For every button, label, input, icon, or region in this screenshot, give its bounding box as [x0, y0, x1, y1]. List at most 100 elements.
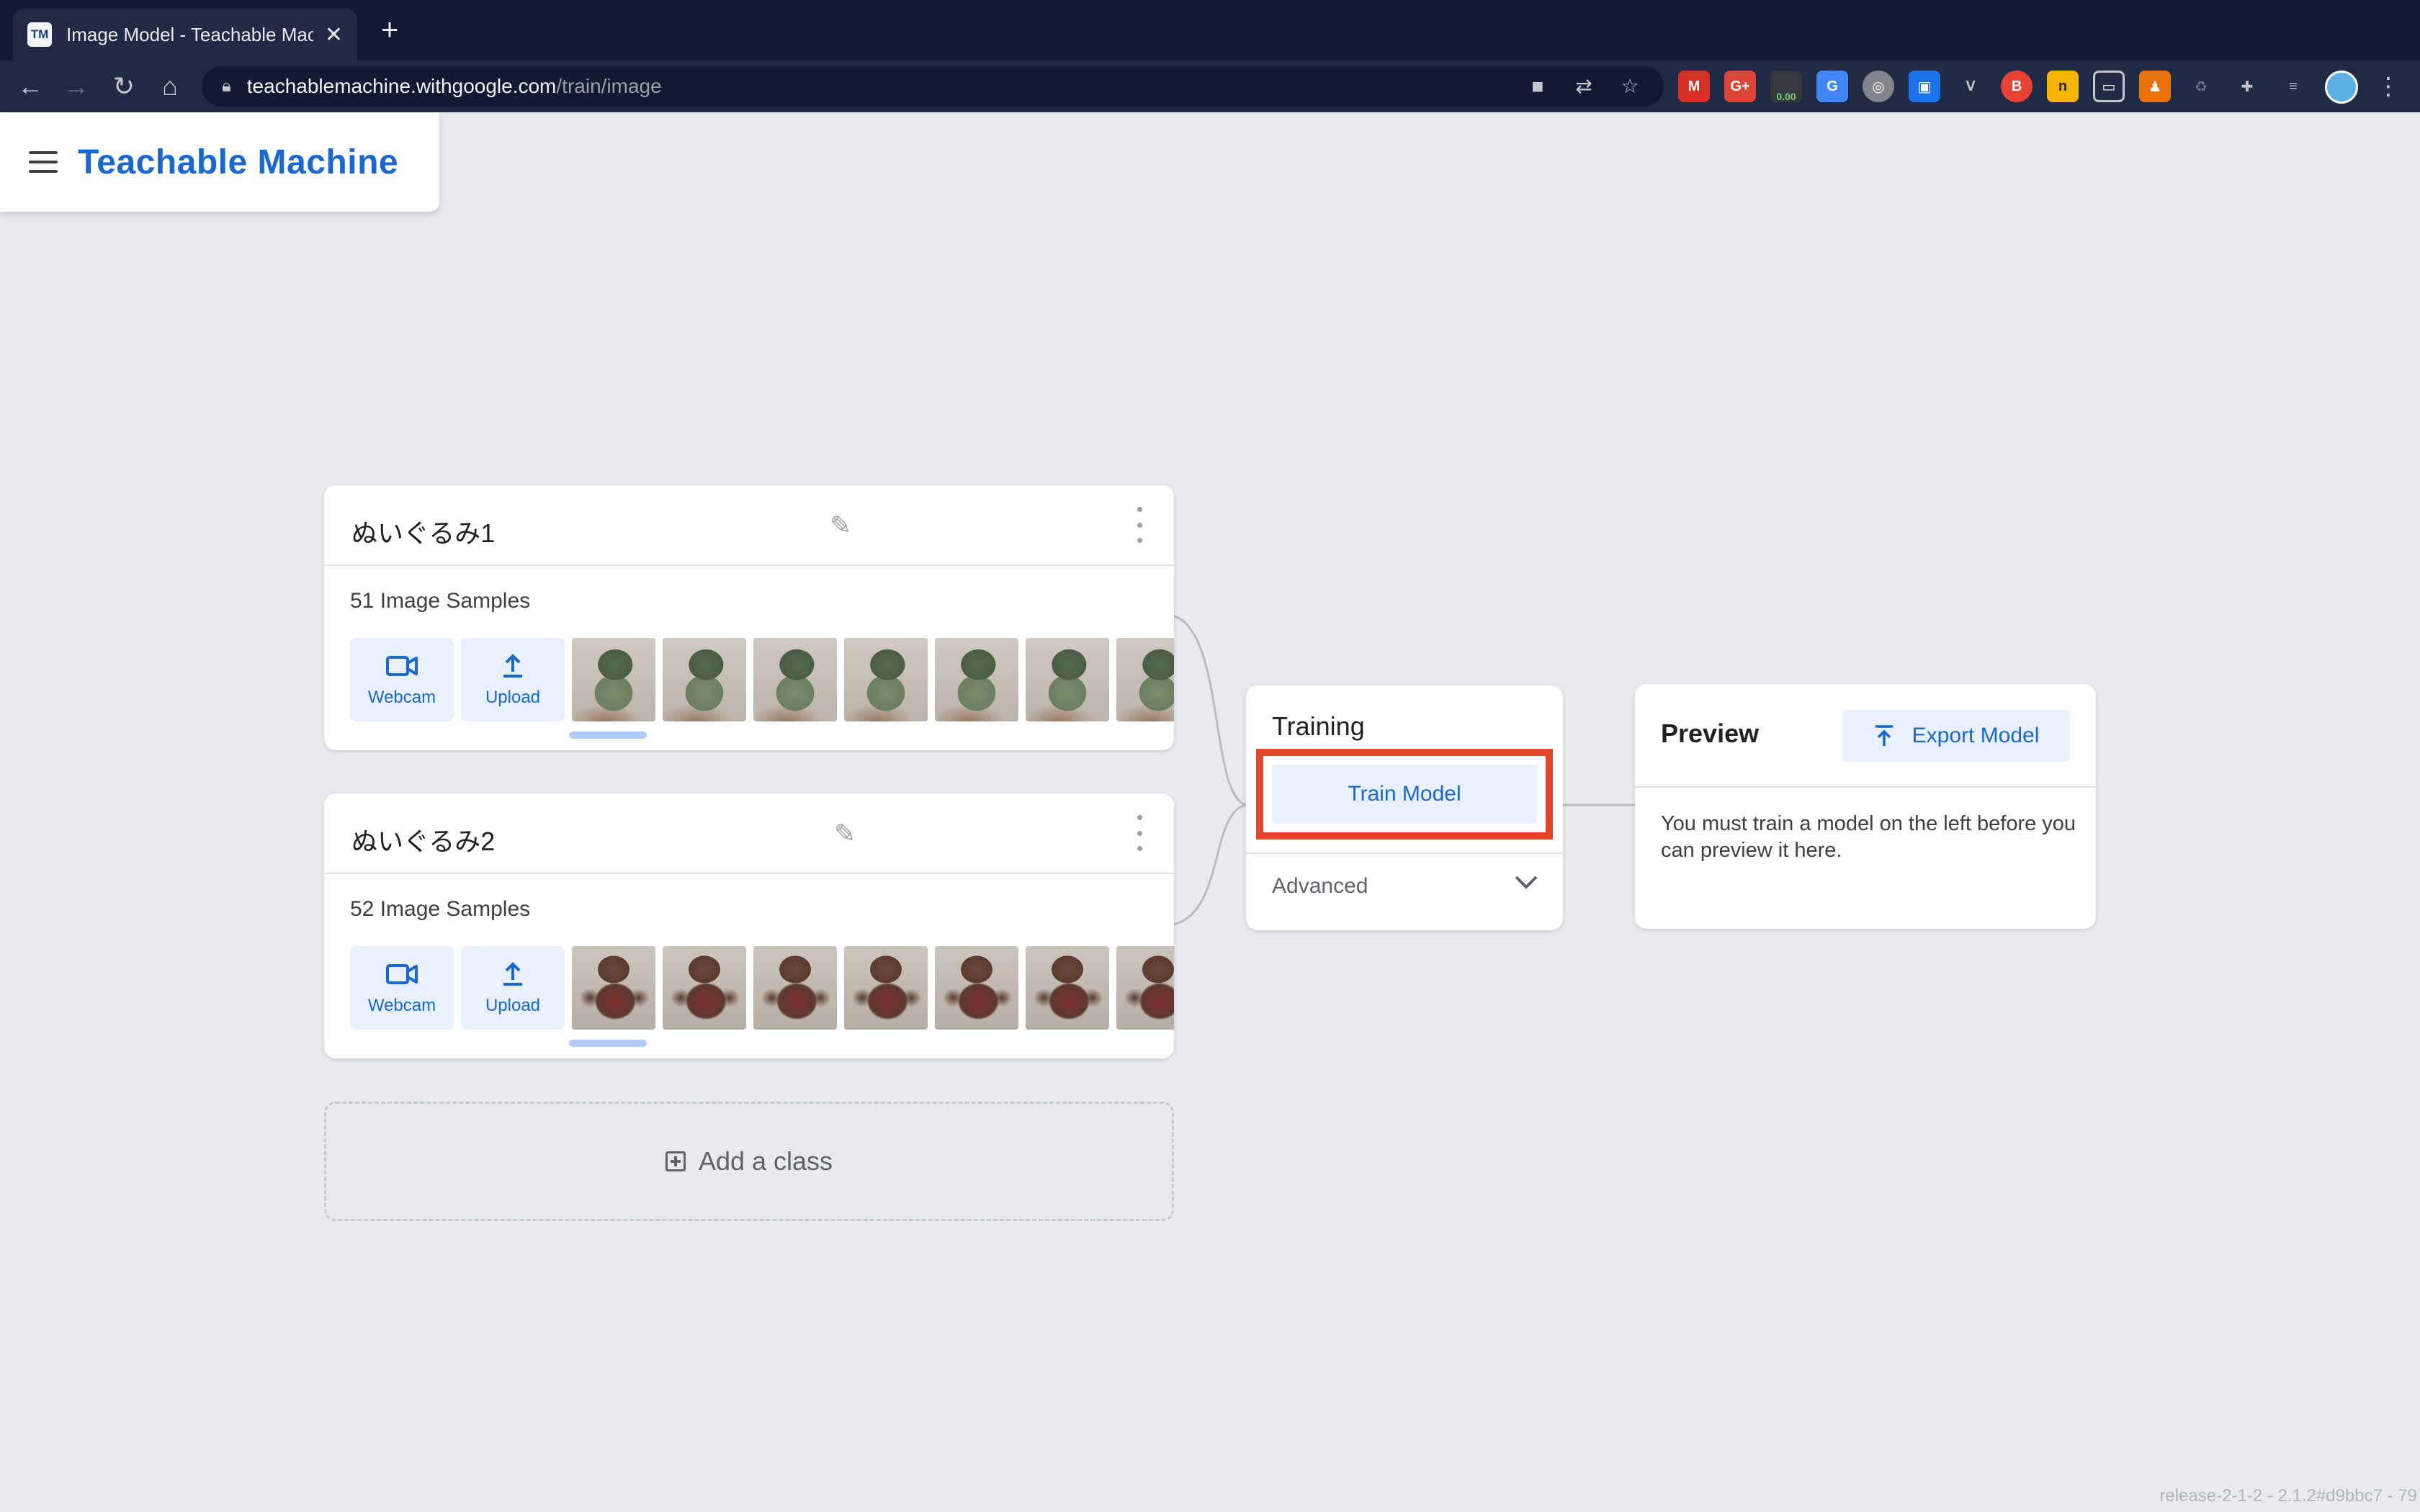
video-camera-icon [386, 656, 418, 676]
connector-class1 [1173, 615, 1247, 806]
google-translate-extension-icon[interactable]: G [1816, 71, 1848, 102]
lock-icon: 🔒︎ [222, 76, 231, 96]
browser-tab[interactable]: TM Image Model - Teachable Machine ✕ [13, 9, 357, 60]
tab-title: Image Model - Teachable Machine [66, 23, 313, 45]
upload-icon [503, 962, 522, 986]
home-icon[interactable]: ⌂ [153, 69, 187, 104]
sample-row: Webcam Upload [350, 638, 1174, 721]
samples-count: 52 Image Samples [350, 897, 531, 921]
sample-thumbnail[interactable] [663, 638, 746, 721]
new-tab-icon[interactable]: + [373, 13, 406, 46]
sample-thumbnail[interactable] [572, 946, 655, 1030]
app-header: Teachable Machine [0, 112, 439, 212]
back-arrow-icon[interactable]: ← [13, 69, 48, 104]
sample-thumbnail[interactable] [753, 946, 837, 1030]
more-options-icon[interactable] [1132, 507, 1147, 543]
sample-thumbnail[interactable] [1026, 638, 1109, 721]
profile-avatar[interactable] [2325, 71, 2358, 104]
address-bar[interactable]: 🔒︎ teachablemachine.withgoogle.com/train… [202, 66, 1664, 107]
counter-extension-icon[interactable]: 0.00 [1770, 71, 1802, 102]
training-card: Training Train Model Advanced [1246, 685, 1563, 930]
forward-arrow-icon[interactable]: → [59, 69, 94, 104]
sample-thumbnail[interactable] [1026, 946, 1109, 1030]
class-header: ぬいぐるみ1 ✎ [324, 485, 1174, 566]
pencil-edit-icon[interactable]: ✎ [830, 510, 861, 541]
camera-icon[interactable]: ■ [1523, 72, 1553, 101]
video-camera-icon [386, 964, 418, 984]
divider [1635, 786, 2096, 788]
connector-class2 [1173, 804, 1247, 926]
browser-menu-icon[interactable]: ⋮ [2374, 69, 2403, 104]
train-model-button[interactable]: Train Model [1272, 765, 1537, 824]
recycle-extension-icon[interactable]: ♻ [2185, 71, 2217, 102]
person-extension-icon[interactable]: ♟ [2139, 71, 2171, 102]
browser-tabstrip: TM Image Model - Teachable Machine ✕ + [0, 0, 2420, 60]
webcam-label: Webcam [367, 996, 436, 1015]
shopping-extension-icon[interactable]: ▣ [1909, 71, 1940, 102]
circle-extension-icon[interactable]: ◎ [1863, 71, 1894, 102]
hatena-extension-icon[interactable]: B [2001, 71, 2033, 102]
window-extension-icon[interactable]: ▭ [2093, 71, 2125, 102]
divider [1246, 852, 1563, 854]
sample-thumbnail[interactable] [844, 638, 928, 721]
sample-thumbnail[interactable] [935, 638, 1018, 721]
sample-thumbnail[interactable] [1116, 946, 1174, 1030]
reload-icon[interactable]: ↻ [107, 69, 141, 104]
hamburger-menu-icon[interactable] [29, 151, 58, 173]
sample-row: Webcam Upload [350, 946, 1174, 1030]
page-content: Teachable Machine ぬいぐるみ1 ✎ 51 Image Samp… [0, 112, 2420, 1512]
chevron-down-icon[interactable] [1512, 868, 1540, 896]
v-extension-icon[interactable]: V [1955, 71, 1986, 102]
sample-thumbnail[interactable] [753, 638, 837, 721]
class-name[interactable]: ぬいぐるみ2 [351, 821, 495, 858]
sample-thumbnail[interactable] [935, 946, 1018, 1030]
samples-count: 51 Image Samples [350, 589, 531, 613]
preview-message: You must train a model on the left befor… [1661, 812, 2076, 862]
google-plus-extension-icon[interactable]: G+ [1724, 71, 1756, 102]
preview-card: Preview Export Model You must train a mo… [1635, 684, 2096, 929]
version-text: release-2-1-2 - 2.1.2#d9bbc7 - 79 [2159, 1486, 2417, 1506]
note-extension-icon[interactable]: n [2047, 71, 2079, 102]
counter-badge: 0.00 [1776, 91, 1796, 102]
webcam-label: Webcam [367, 688, 436, 707]
more-options-icon[interactable] [1132, 815, 1147, 851]
add-class-label: Add a class [698, 1146, 833, 1176]
puzzle-extensions-icon[interactable]: ✚ [2231, 71, 2263, 102]
samples-scrollbar[interactable] [569, 732, 647, 739]
webcam-button[interactable]: Webcam [350, 638, 454, 721]
browser-toolbar: ← → ↻ ⌂ 🔒︎ teachablemachine.withgoogle.c… [0, 60, 2420, 112]
add-class-button[interactable]: Add a class [324, 1102, 1174, 1221]
pencil-edit-icon[interactable]: ✎ [834, 818, 866, 850]
upload-label: Upload [485, 688, 541, 707]
samples-scrollbar[interactable] [569, 1040, 647, 1047]
upload-icon [503, 654, 522, 678]
gmail-extension-icon[interactable]: M [1678, 71, 1710, 102]
class-header: ぬいぐるみ2 ✎ [324, 793, 1174, 874]
upload-label: Upload [485, 996, 541, 1015]
translate-icon[interactable]: ⇄ [1569, 72, 1599, 101]
url-path: /train/image [556, 75, 662, 97]
webcam-button[interactable]: Webcam [350, 946, 454, 1030]
sample-thumbnail[interactable] [844, 946, 928, 1030]
class-name[interactable]: ぬいぐるみ1 [351, 513, 495, 550]
training-title: Training [1272, 711, 1365, 741]
advanced-toggle[interactable]: Advanced [1272, 874, 1368, 899]
export-model-button[interactable]: Export Model [1842, 710, 2070, 762]
add-box-icon [665, 1151, 686, 1171]
sample-thumbnail[interactable] [1116, 638, 1174, 721]
export-model-label: Export Model [1912, 724, 2040, 747]
extensions-bar: M G+ 0.00 G ◎ ▣ V B n ▭ ♟ ♻ ✚ ≡ [1678, 71, 2309, 102]
media-queue-icon[interactable]: ≡ [2277, 71, 2309, 102]
class-card-2: ぬいぐるみ2 ✎ 52 Image Samples Webcam Upload [324, 793, 1174, 1058]
export-upload-icon [1875, 725, 1893, 746]
upload-button[interactable]: Upload [461, 946, 565, 1030]
bookmark-star-icon[interactable]: ☆ [1615, 72, 1645, 101]
teachable-machine-favicon-icon: TM [27, 22, 52, 47]
app-logo[interactable]: Teachable Machine [78, 143, 398, 182]
sample-thumbnail[interactable] [572, 638, 655, 721]
preview-title: Preview [1661, 719, 1760, 748]
close-tab-icon[interactable]: ✕ [325, 22, 343, 48]
upload-button[interactable]: Upload [461, 638, 565, 721]
url-host: teachablemachine.withgoogle.com [246, 75, 557, 97]
sample-thumbnail[interactable] [663, 946, 746, 1030]
